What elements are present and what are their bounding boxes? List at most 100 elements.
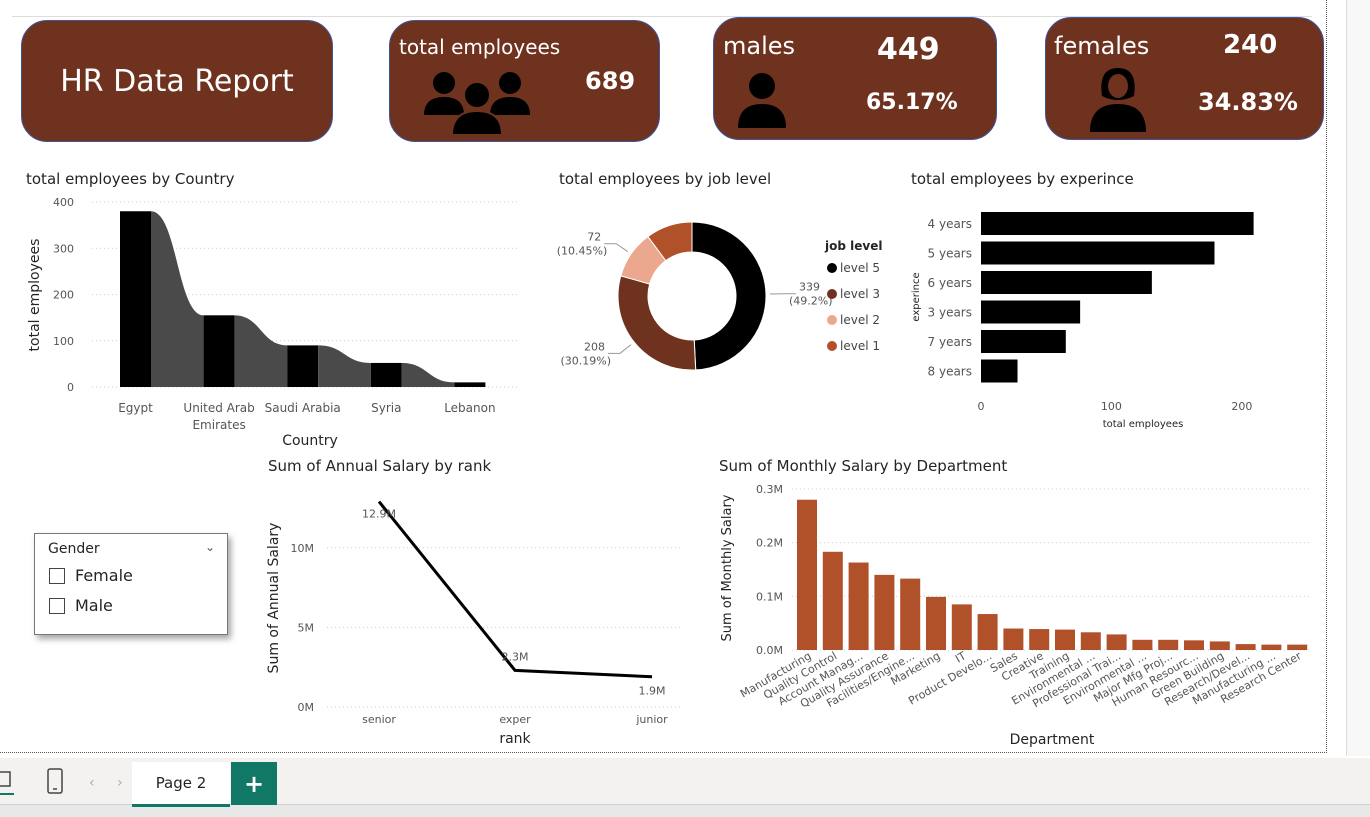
- y-tick-label: 0: [67, 381, 74, 394]
- bar: [981, 330, 1066, 353]
- y-tick-label: 4 years: [928, 217, 972, 231]
- data-label: 2.3M: [502, 650, 529, 663]
- y-tick-label: 0.2M: [756, 537, 783, 550]
- data-label: 208: [584, 340, 605, 353]
- slicer-option-female[interactable]: Female: [49, 566, 133, 585]
- experience-chart-title: total employees by experince: [911, 170, 1134, 188]
- donut-slice: [692, 222, 766, 370]
- bar: [926, 597, 946, 650]
- data-label: 339: [799, 281, 820, 294]
- leader-line: [608, 345, 631, 354]
- chevron-left-icon[interactable]: ‹: [89, 775, 95, 791]
- bar: [1210, 641, 1230, 650]
- x-axis-title: total employees: [1103, 419, 1184, 430]
- people-group-icon: [422, 69, 532, 139]
- legend-label: level 1: [840, 339, 880, 353]
- data-label: 72: [587, 231, 601, 244]
- x-axis-title: Department: [1010, 732, 1095, 748]
- kpi-males-percent: 65.17%: [866, 90, 958, 115]
- bar: [981, 360, 1018, 383]
- data-label-percent: (10.45%): [557, 245, 608, 258]
- country-chart[interactable]: 0100200300400EgyptUnited ArabEmiratesSau…: [20, 190, 540, 455]
- bar: [981, 301, 1080, 324]
- plus-icon: +: [244, 770, 264, 798]
- y-tick-label: 0M: [298, 701, 315, 714]
- y-tick-label: 5M: [298, 621, 315, 634]
- y-axis-title: experince: [911, 272, 922, 321]
- legend-label: level 5: [840, 261, 880, 275]
- tab-page-2-label: Page 2: [156, 774, 207, 792]
- tab-page-2[interactable]: Page 2: [132, 762, 230, 807]
- kpi-females-label: females: [1054, 32, 1149, 60]
- bar: [952, 604, 972, 650]
- checkbox-female[interactable]: [49, 568, 65, 584]
- legend-marker: [827, 341, 837, 351]
- y-tick-label: 400: [53, 196, 74, 209]
- x-axis-title: Country: [282, 433, 338, 449]
- y-tick-label: 0.1M: [756, 590, 783, 603]
- data-label-percent: (30.19%): [561, 354, 612, 367]
- y-tick-label: 200: [53, 289, 74, 302]
- chevron-right-icon[interactable]: ›: [117, 775, 123, 791]
- x-tick-label: Emirates: [192, 418, 245, 432]
- experience-chart[interactable]: 4 years5 years6 years3 years7 years8 yea…: [905, 195, 1305, 435]
- desktop-view-icon[interactable]: [0, 768, 14, 798]
- bar: [454, 382, 485, 387]
- bar: [823, 552, 843, 650]
- x-tick-label: Saudi Arabia: [265, 401, 341, 415]
- x-tick-label: senior: [362, 713, 396, 726]
- y-tick-label: 8 years: [928, 365, 972, 379]
- gender-slicer[interactable]: Gender ⌄ Female Male: [34, 533, 228, 635]
- legend-label: level 2: [840, 313, 880, 327]
- x-tick-label: United Arab: [183, 401, 254, 415]
- mobile-view-icon[interactable]: [46, 767, 64, 795]
- kpi-males-label: males: [723, 32, 795, 60]
- bar: [287, 345, 318, 387]
- chevron-down-icon[interactable]: ⌄: [205, 540, 215, 554]
- legend-marker: [827, 289, 837, 299]
- bar: [1107, 634, 1127, 650]
- ribbon-connector: [318, 345, 371, 387]
- bar: [981, 271, 1152, 294]
- report-title-card: HR Data Report: [21, 20, 333, 142]
- x-tick-label: Lebanon: [444, 401, 495, 415]
- y-axis-title: Sum of Monthly Salary: [720, 494, 735, 641]
- bar: [204, 315, 235, 387]
- bar: [981, 212, 1254, 235]
- bar: [981, 242, 1214, 265]
- kpi-total-label: total employees: [399, 35, 560, 59]
- leader-line: [604, 244, 628, 252]
- legend-title: job level: [824, 239, 882, 253]
- kpi-total-value: 689: [585, 67, 635, 95]
- legend-marker: [827, 263, 837, 273]
- kpi-females-card: females 240 34.83%: [1045, 17, 1324, 140]
- kpi-females-value: 240: [1223, 30, 1277, 60]
- legend-marker: [827, 315, 837, 325]
- joblevel-chart-title: total employees by job level: [559, 170, 771, 188]
- bar: [797, 500, 817, 650]
- bar: [1158, 640, 1178, 650]
- data-label: 1.9M: [639, 685, 666, 698]
- y-tick-label: 6 years: [928, 276, 972, 290]
- slicer-option-male[interactable]: Male: [49, 596, 113, 615]
- y-axis-title: total employees: [27, 239, 43, 352]
- rank-chart[interactable]: 0M5M10M12.9Msenior2.3Mexper1.9Mjuniorran…: [262, 478, 692, 750]
- rank-chart-title: Sum of Annual Salary by rank: [268, 457, 491, 475]
- y-tick-label: 10M: [291, 542, 315, 555]
- y-tick-label: 0.3M: [756, 483, 783, 496]
- bar: [1261, 645, 1281, 650]
- joblevel-chart[interactable]: 339(49.2%)208(30.19%)72(10.45%)job level…: [555, 190, 895, 400]
- bar: [1081, 632, 1101, 650]
- x-tick-label: exper: [499, 713, 531, 726]
- x-tick-label: Egypt: [118, 401, 153, 415]
- x-tick-label: Syria: [371, 401, 401, 415]
- add-page-button[interactable]: +: [231, 762, 277, 805]
- filters-pane-collapsed[interactable]: [1346, 0, 1370, 756]
- checkbox-male[interactable]: [49, 598, 65, 614]
- department-chart-title: Sum of Monthly Salary by Department: [719, 457, 1007, 475]
- data-label: 12.9M: [362, 508, 396, 521]
- bar: [900, 579, 920, 650]
- kpi-males-value: 449: [877, 32, 940, 67]
- department-chart[interactable]: 0.0M0.1M0.2M0.3MManufacturingQuality Con…: [712, 476, 1324, 750]
- slicer-option-label: Female: [75, 566, 133, 585]
